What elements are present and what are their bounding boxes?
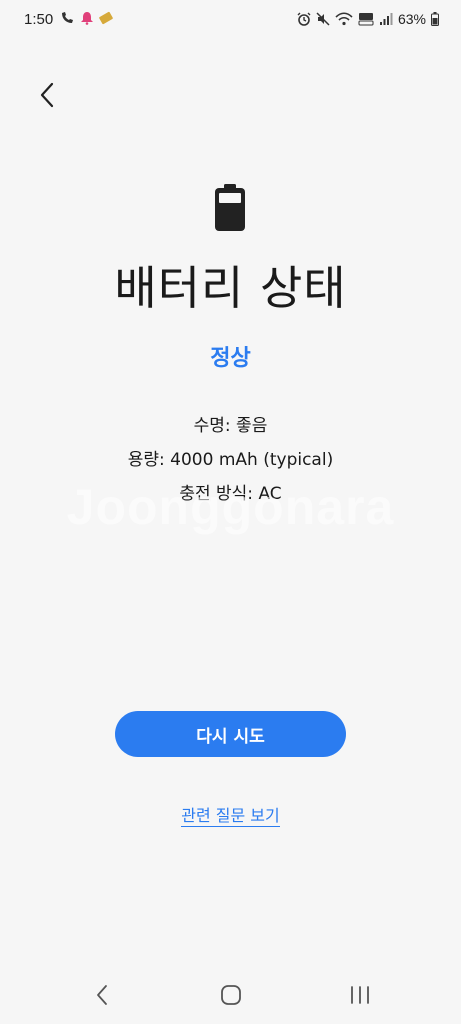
- app-icon: [99, 11, 113, 25]
- charging-type-info: 충전 방식: AC: [179, 484, 282, 504]
- wifi-icon: [335, 12, 353, 26]
- nav-back-button[interactable]: [87, 980, 117, 1010]
- retry-button[interactable]: 다시 시도: [115, 711, 346, 757]
- battery-status-text: 정상: [210, 346, 251, 371]
- status-time: 1:50: [24, 11, 54, 28]
- back-button[interactable]: [30, 78, 64, 112]
- status-bar: 1:50 63%: [0, 0, 461, 40]
- battery-life-info: 수명: 좋음: [193, 416, 268, 436]
- status-icons: 63%: [297, 11, 439, 27]
- nav-home-button[interactable]: [216, 980, 246, 1010]
- mute-icon: [316, 12, 330, 26]
- faq-link-container: 관련 질문 보기: [0, 802, 461, 827]
- status-battery-icon: [431, 12, 439, 26]
- hd-voice-icon: [358, 13, 374, 26]
- recents-icon: [351, 986, 369, 1004]
- bell-icon: [81, 12, 93, 25]
- nav-recents-button[interactable]: [345, 980, 375, 1010]
- alarm-icon: [297, 12, 311, 26]
- battery-info-list: 수명: 좋음 용량: 4000 mAh (typical) 충전 방식: AC: [0, 412, 461, 514]
- signal-icon: [379, 13, 393, 25]
- page-title: 배터리 상태: [114, 261, 347, 315]
- notification-icons: [60, 11, 114, 25]
- call-icon: [62, 12, 73, 23]
- nav-back-icon: [97, 985, 107, 1005]
- battery-capacity-info: 용량: 4000 mAh (typical): [127, 450, 334, 470]
- chevron-left-icon: [40, 82, 54, 108]
- home-icon: [221, 985, 241, 1005]
- related-questions-link[interactable]: 관련 질문 보기: [181, 806, 280, 827]
- battery-percent: 63%: [397, 11, 426, 27]
- battery-icon: [215, 184, 245, 231]
- navigation-bar: [0, 970, 461, 1020]
